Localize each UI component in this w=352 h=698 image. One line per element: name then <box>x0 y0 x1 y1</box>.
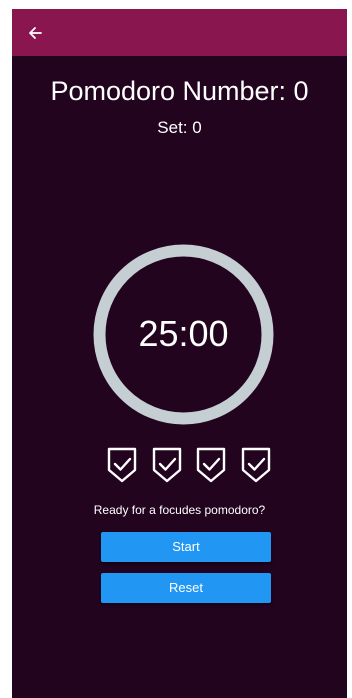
pomodoro-screen: Pomodoro Number: 0 Set: 0 25:00 Ready fo… <box>12 9 347 698</box>
pomodoro-number-title: Pomodoro Number: 0 <box>50 76 309 106</box>
arrow-left-icon <box>29 27 42 39</box>
start-button[interactable]: Start <box>101 532 271 562</box>
pomodoro-badges <box>104 446 274 484</box>
shield-check-icon <box>152 447 181 483</box>
back-button[interactable] <box>20 18 50 48</box>
status-message: Ready for a focudes pomodoro? <box>93 503 266 517</box>
shield-check-icon <box>197 447 226 483</box>
set-label: Set: 0 <box>157 118 202 137</box>
app-bar <box>12 9 347 56</box>
shield-check-icon <box>241 447 271 483</box>
shield-check-icon <box>107 447 137 483</box>
timer-display: 25:00 <box>138 313 229 354</box>
reset-button[interactable]: Reset <box>101 573 271 603</box>
